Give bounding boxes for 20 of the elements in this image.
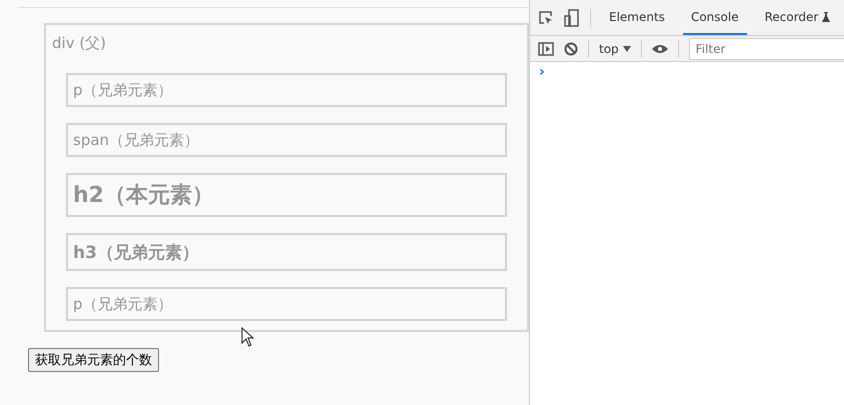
filter-field[interactable]: Filter [688,38,844,60]
element-box: h3（兄弟元素） [66,233,507,271]
element-box: h2（本元素） [66,173,507,217]
count-button[interactable]: 获取兄弟元素的个数 [28,348,159,372]
caret-icon [622,46,631,52]
inspect-icon[interactable] [538,10,554,26]
device-icon[interactable] [564,8,580,26]
element-box: p（兄弟元素） [66,73,507,107]
devtools-tab[interactable]: Elements [601,0,673,35]
element-box: span（兄弟元素） [66,123,507,157]
clear-icon[interactable] [564,42,578,56]
sidebar-toggle-icon[interactable] [538,42,554,56]
element-box: p（兄弟元素） [66,287,507,321]
devtools-tab[interactable]: Recorder [756,0,838,35]
mouse-pointer-icon [241,327,255,347]
flask-icon [822,12,830,22]
eye-icon[interactable] [652,44,668,54]
console-prompt: › [539,64,545,80]
context-dropdown[interactable]: top [599,42,631,56]
parent-label: div (父) [52,33,106,54]
